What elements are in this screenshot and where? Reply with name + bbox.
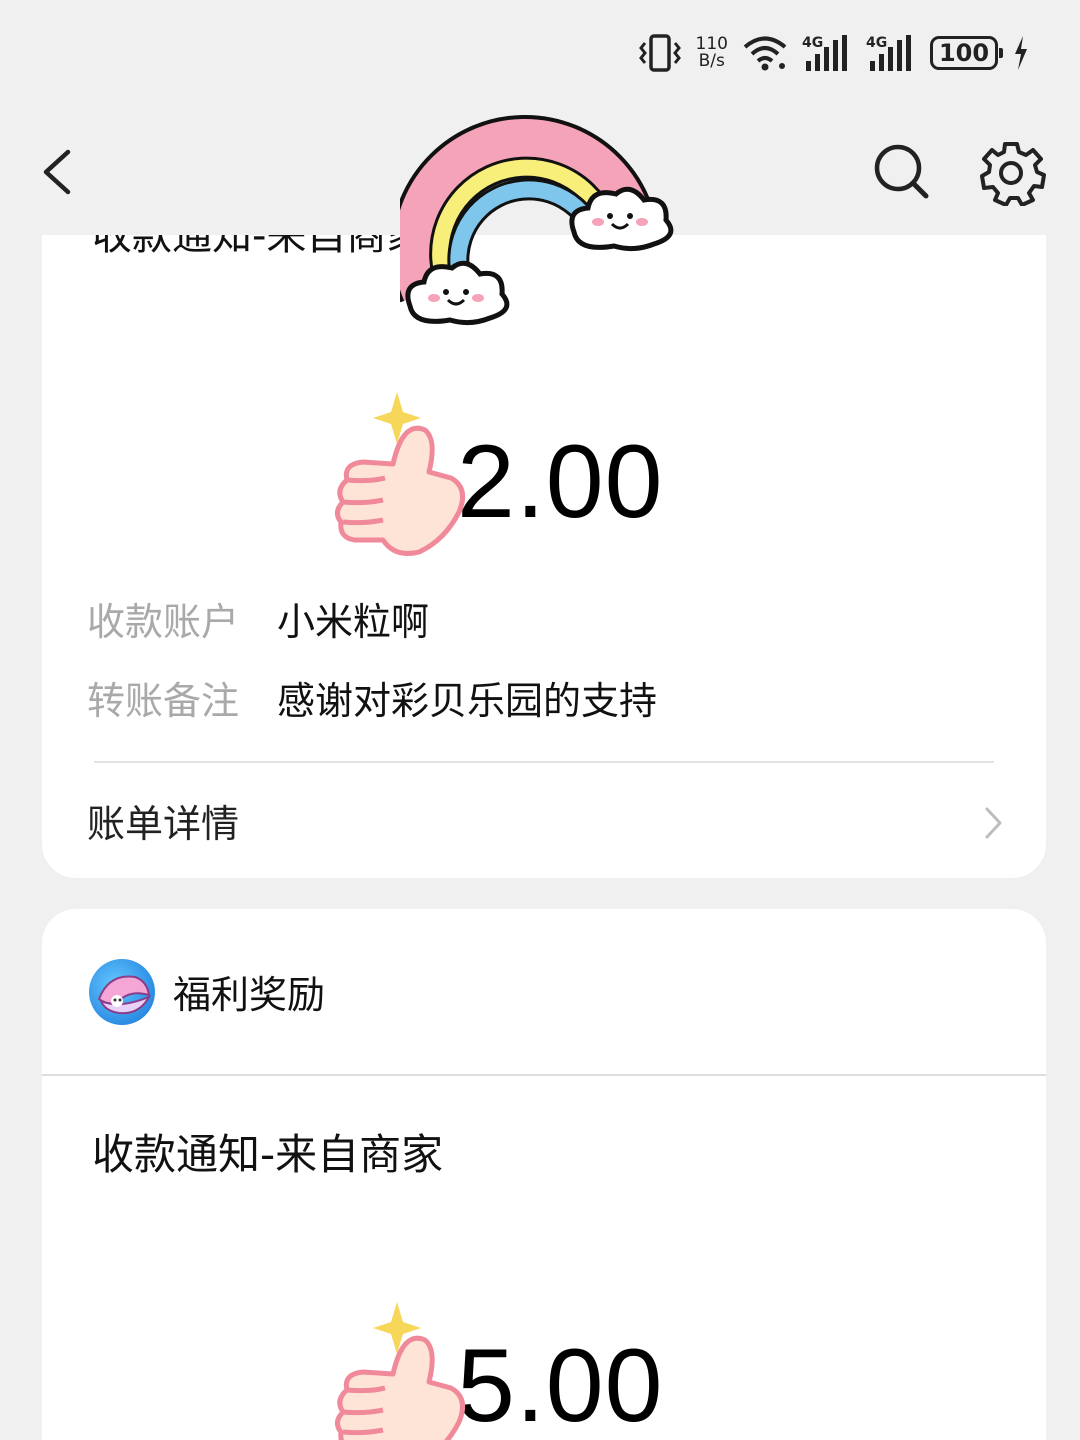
bill-details-label: 账单详情 [87, 802, 240, 846]
account-value: 小米粒啊 [277, 600, 430, 644]
payment-notice-card: 福利奖励 收款通知-来自商家 5.00 [42, 909, 1046, 1440]
account-label: 收款账户 [87, 600, 240, 644]
back-icon[interactable] [30, 142, 90, 202]
svg-text:4G: 4G [802, 35, 823, 51]
account-row: 收款账户 小米粒啊 [87, 591, 429, 646]
battery-level: 100 [938, 39, 990, 67]
notice-title: 收款通知-来自商家 [92, 1130, 444, 1179]
notice-title: 收款通知-来自商家 [92, 235, 427, 259]
bill-details-link[interactable]: 账单详情 [42, 763, 1046, 878]
signal-4g-icon: 4G [866, 33, 916, 73]
payment-notice-card: 收款通知-来自商家 2.00 收款账户 小米粒啊 转账备注 感谢对彩贝乐园的支持… [42, 235, 1046, 878]
remark-value: 感谢对彩贝乐园的支持 [277, 679, 658, 723]
settings-icon[interactable] [976, 136, 1046, 210]
charging-icon [1012, 34, 1030, 72]
chevron-right-icon [982, 805, 1006, 850]
status-icons: 110 B/s 4G 4G 100 [638, 28, 1030, 78]
reward-title: 福利奖励 [173, 973, 326, 1017]
network-speed: 110 B/s [696, 36, 728, 70]
shell-logo-icon [89, 958, 155, 1025]
vibrate-icon [638, 33, 682, 73]
reward-header[interactable]: 福利奖励 [42, 909, 1046, 1074]
divider [42, 1074, 1046, 1076]
svg-text:4G: 4G [866, 35, 887, 51]
status-bar: 110 B/s 4G 4G 100 [0, 0, 1080, 100]
payment-amount: 2.00 [457, 424, 664, 540]
signal-4g-icon: 4G [802, 33, 852, 73]
battery-icon: 100 [930, 36, 1003, 70]
remark-row: 转账备注 感谢对彩贝乐园的支持 [87, 670, 657, 725]
network-speed-unit: B/s [698, 51, 725, 71]
search-icon[interactable] [868, 138, 934, 208]
wifi-icon [742, 34, 788, 72]
payment-amount: 5.00 [457, 1328, 664, 1440]
remark-label: 转账备注 [87, 679, 240, 723]
